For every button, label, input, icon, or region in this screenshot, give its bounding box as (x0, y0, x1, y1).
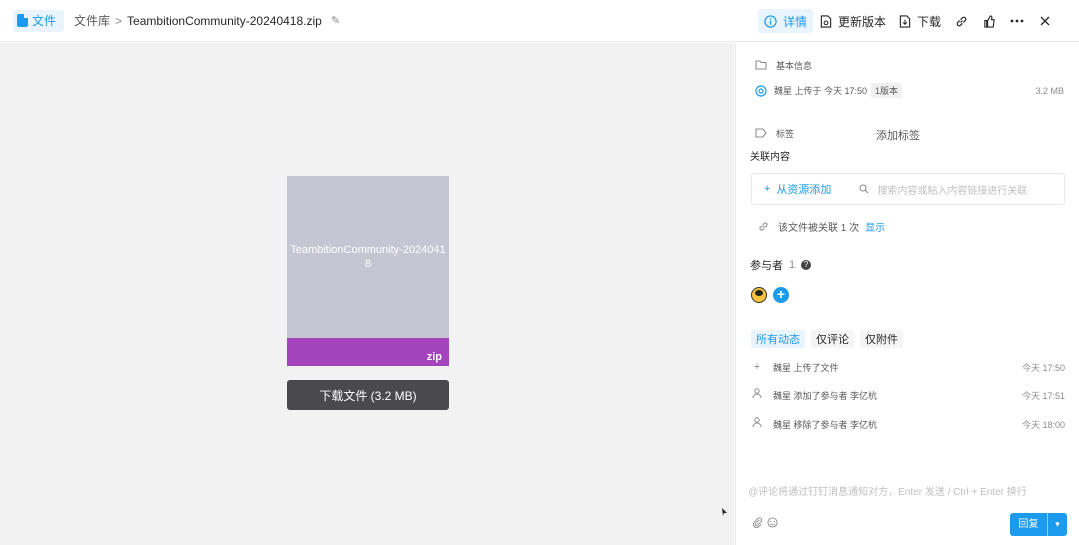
breadcrumb-root[interactable]: 文件库 (74, 12, 110, 29)
preview-area: TeambitionCommunity-20240418 zip 下载文件 (3… (0, 43, 734, 545)
document-icon (17, 14, 28, 27)
version-tag[interactable]: 1版本 (871, 83, 903, 98)
participants-count: 1 (789, 259, 796, 271)
participants-label: 参与者 (750, 260, 783, 272)
user-icon (751, 417, 763, 431)
pencil-icon[interactable]: ✎ (331, 14, 340, 27)
app-file-chip[interactable]: 文件 (13, 9, 65, 32)
related-search-placeholder: 搜索内容或粘入内容链接进行关联 (877, 185, 1028, 197)
add-participant-button[interactable]: + (773, 287, 789, 303)
activity-item: 魏星 添加了参与者 李亿杭 今天 17:51 (751, 387, 1065, 403)
tab-comments-only[interactable]: 仅评论 (811, 330, 854, 348)
version-icon (754, 84, 768, 98)
basic-info-label: 基本信息 (776, 60, 813, 71)
close-button[interactable] (1031, 9, 1059, 33)
file-refresh-icon (819, 14, 833, 28)
like-button[interactable] (975, 9, 1003, 33)
avatar[interactable] (751, 287, 767, 303)
thumbs-up-icon (982, 14, 996, 28)
chevron-down-icon[interactable]: ▾ (1048, 519, 1067, 530)
breadcrumb-separator: > (115, 13, 123, 28)
more-horizontal-icon (1010, 14, 1024, 28)
breadcrumb: 文件库 > TeambitionCommunity-20240418.zip ✎ (74, 12, 340, 29)
activity-tabs: 所有动态 仅评论 仅附件 (751, 330, 903, 348)
detail-label: 详情 (782, 14, 807, 29)
detail-button[interactable]: 详情 (757, 9, 813, 33)
uploader-text: 魏星 上传于 今天 17:50 (774, 86, 868, 96)
related-content-label: 关联内容 (750, 152, 790, 163)
help-icon[interactable]: ? (801, 260, 812, 270)
tab-all-activity[interactable]: 所有动态 (751, 330, 805, 348)
app-file-label: 文件 (32, 14, 57, 28)
thumbnail-file-name: TeambitionCommunity-20240418 (290, 244, 446, 270)
add-from-resource-label: 从资源添加 (776, 184, 832, 196)
activity-text: 魏星 添加了参与者 李亿杭 (773, 390, 878, 401)
info-icon (764, 14, 778, 28)
file-name: TeambitionCommunity-20240418.zip (127, 13, 322, 28)
top-bar: 文件 文件库 > TeambitionCommunity-20240418.zi… (0, 0, 1079, 42)
file-size: 3.2 MB (1035, 85, 1064, 96)
update-version-label: 更新版本 (837, 14, 886, 29)
tag-icon (754, 126, 768, 140)
link-button[interactable] (947, 9, 975, 33)
activity-text: 魏星 移除了参与者 李亿杭 (773, 419, 878, 430)
reply-button[interactable]: 回复 ▾ (1010, 513, 1067, 536)
top-actions: 详情 更新版本 下载 (757, 9, 1059, 33)
linked-count-row: 该文件被关联 1 次 显示 (756, 219, 885, 234)
plus-icon: + (753, 361, 761, 373)
link-icon (756, 220, 770, 234)
file-thumbnail: TeambitionCommunity-20240418 zip (287, 176, 449, 366)
close-icon (1038, 14, 1052, 28)
file-type-band (287, 338, 449, 366)
tab-attachments-only[interactable]: 仅附件 (860, 330, 903, 348)
file-download-icon (898, 14, 912, 28)
related-search-input[interactable]: 搜索内容或粘入内容链接进行关联 (857, 182, 1027, 197)
more-button[interactable] (1003, 9, 1031, 33)
file-extension: zip (426, 351, 442, 363)
download-label: 下载 (916, 14, 941, 29)
update-version-button[interactable]: 更新版本 (813, 9, 892, 33)
tags-label: 标签 (776, 128, 795, 139)
add-from-resource-button[interactable]: + 从资源添加 (764, 181, 831, 197)
activity-time: 今天 18:00 (1021, 419, 1065, 430)
activity-time: 今天 17:50 (1021, 362, 1065, 373)
activity-item: 魏星 移除了参与者 李亿杭 今天 18:00 (751, 416, 1065, 432)
user-icon (751, 388, 763, 402)
emoji-icon[interactable] (767, 517, 778, 531)
folder-icon (754, 58, 768, 72)
search-icon (857, 182, 871, 196)
plus-icon: + (764, 183, 771, 195)
add-tag-button[interactable]: 添加标签 (876, 127, 920, 143)
mouse-cursor-icon (722, 508, 727, 516)
download-file-button[interactable]: 下载文件 (3.2 MB) (287, 380, 449, 410)
link-icon (954, 14, 968, 28)
uploader-row: 魏星 上传于 今天 17:50 1版本 3.2 MB (754, 83, 1064, 98)
reply-label: 回复 (1010, 513, 1048, 536)
linked-show-link[interactable]: 显示 (865, 219, 885, 234)
activity-text: 魏星 上传了文件 (773, 362, 839, 373)
attachment-icon[interactable] (752, 517, 763, 531)
related-content-box: + 从资源添加 搜索内容或粘入内容链接进行关联 (751, 173, 1065, 205)
comment-input[interactable]: @评论将通过钉钉消息通知对方，Enter 发送 / Ctrl + Enter 换… (748, 483, 1027, 498)
tags-row: 标签 (754, 126, 794, 140)
detail-panel: 基本信息 魏星 上传于 今天 17:50 1版本 3.2 MB 标签 添加标签 … (735, 43, 1079, 545)
download-button[interactable]: 下载 (892, 9, 947, 33)
linked-count-text: 该文件被关联 1 次 (778, 223, 860, 234)
comment-tools (752, 517, 778, 531)
basic-info-row: 基本信息 (754, 58, 812, 72)
activity-item: + 魏星 上传了文件 今天 17:50 (751, 359, 1065, 375)
activity-time: 今天 17:51 (1021, 390, 1065, 401)
participants-row: 参与者 1 ? (750, 257, 812, 273)
